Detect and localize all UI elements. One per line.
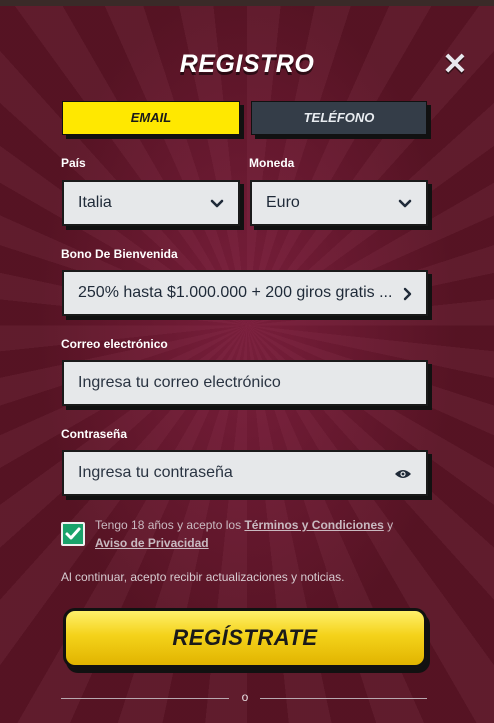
chevron-down-icon [398, 182, 412, 224]
terms-link[interactable]: Términos y Condiciones [244, 518, 383, 532]
email-label: Correo electrónico [61, 337, 168, 351]
currency-select[interactable]: Euro [250, 180, 428, 226]
bonus-value: 250% hasta $1.000.000 + 200 giros gratis… [78, 284, 393, 301]
terms-connector: y [387, 518, 394, 532]
country-select[interactable]: Italia [62, 180, 240, 226]
password-placeholder: Ingresa tu contraseña [78, 464, 233, 481]
register-button[interactable]: REGÍSTRATE [63, 608, 427, 668]
top-strip [0, 0, 494, 6]
form-title: REGISTRO [179, 50, 315, 78]
eye-icon[interactable] [394, 452, 412, 494]
currency-label: Moneda [249, 156, 295, 170]
bonus-label: Bono De Bienvenida [61, 247, 178, 261]
bonus-select[interactable]: 250% hasta $1.000.000 + 200 giros gratis… [62, 270, 428, 316]
chevron-down-icon [210, 182, 224, 224]
country-value: Italia [78, 194, 112, 211]
check-icon [65, 527, 81, 540]
notice-text: Al continuar, acepto recibir actualizaci… [61, 570, 345, 584]
privacy-link[interactable]: Aviso de Privacidad [95, 536, 209, 550]
divider-right [260, 698, 427, 699]
terms-text: Tengo 18 años y acepto los Términos y Co… [95, 516, 425, 552]
email-field[interactable]: Ingresa tu correo electrónico [62, 360, 428, 406]
terms-prefix: Tengo 18 años y acepto los [95, 518, 242, 532]
email-placeholder: Ingresa tu correo electrónico [78, 374, 281, 391]
divider-left [61, 698, 229, 699]
password-field[interactable]: Ingresa tu contraseña [62, 450, 428, 496]
tab-email[interactable]: EMAIL [62, 101, 240, 135]
password-label: Contraseña [61, 427, 128, 441]
close-icon[interactable]: ✕ [442, 50, 468, 80]
currency-value: Euro [266, 194, 300, 211]
tab-phone[interactable]: TELÉFONO [251, 101, 427, 135]
terms-checkbox[interactable] [61, 522, 85, 546]
chevron-right-icon [402, 272, 412, 314]
divider-text: o [241, 690, 249, 704]
country-label: País [61, 156, 86, 170]
